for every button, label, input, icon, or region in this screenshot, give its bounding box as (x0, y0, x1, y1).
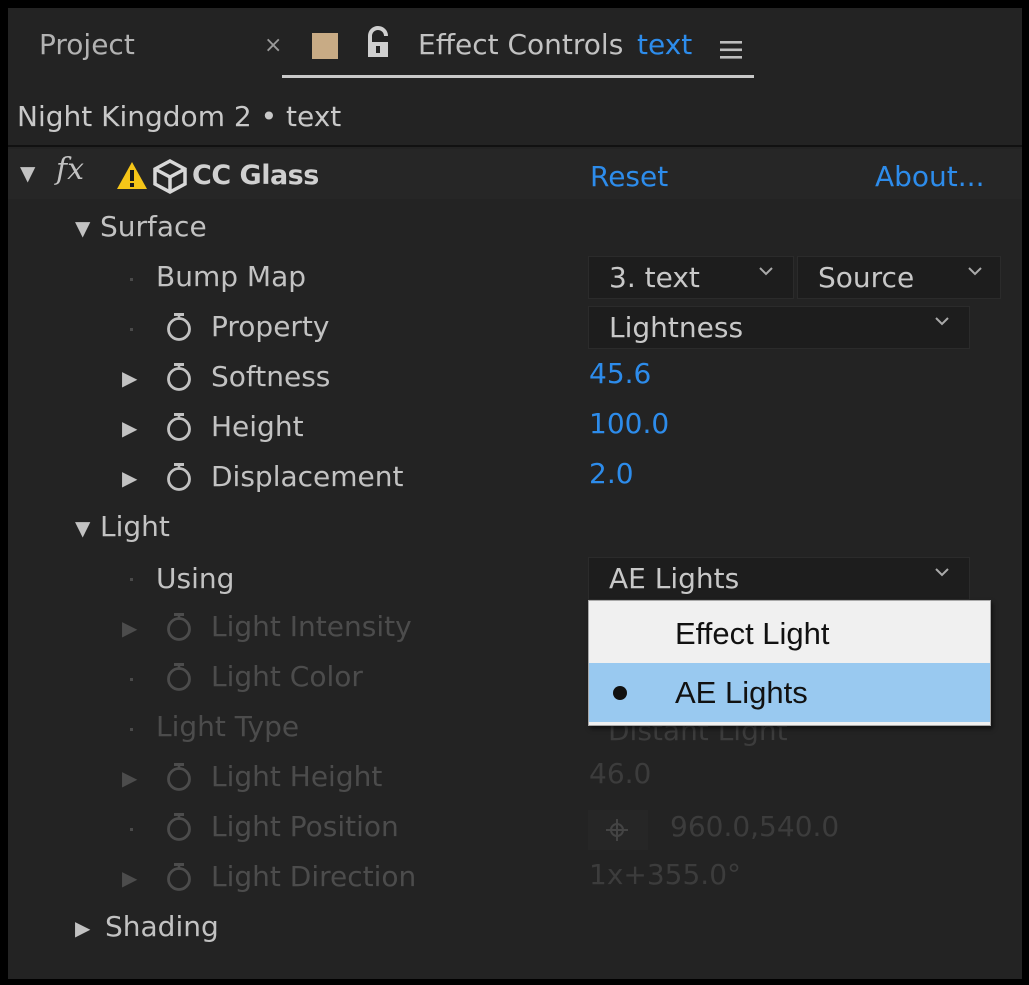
chevron-down-icon (935, 568, 949, 577)
tree-dot (130, 578, 133, 581)
light-position-label: Light Position (211, 810, 399, 843)
light-position-value: 960.0,540.0 (670, 810, 840, 843)
height-value[interactable]: 100.0 (589, 407, 669, 440)
active-tab-underline (282, 75, 754, 78)
chevron-down-icon (968, 267, 982, 276)
softness-value[interactable]: 45.6 (589, 357, 651, 390)
selected-bullet-icon (613, 686, 627, 700)
bump-map-layer-value: 3. text (609, 261, 700, 294)
bump-map-layer-dropdown[interactable]: 3. text (588, 256, 794, 299)
height-expand-triangle[interactable]: ▶ (122, 416, 137, 440)
stopwatch-icon[interactable] (166, 412, 192, 442)
light-group-label: Light (100, 510, 170, 543)
panel-menu-icon[interactable] (720, 40, 742, 60)
light-direction-label: Light Direction (211, 860, 417, 893)
effect-collapse-triangle[interactable]: ▼ (20, 161, 35, 185)
light-color-label: Light Color (211, 660, 363, 693)
property-dropdown[interactable]: Lightness (588, 306, 970, 349)
tree-dot (130, 328, 133, 331)
surface-collapse-triangle[interactable]: ▼ (75, 216, 90, 240)
using-dropdown[interactable]: AE Lights (588, 557, 970, 600)
shading-group-label: Shading (105, 910, 219, 943)
light-height-value: 46.0 (589, 757, 652, 790)
softness-expand-triangle[interactable]: ▶ (122, 366, 137, 390)
stopwatch-icon (167, 863, 191, 891)
crosshair-icon (606, 819, 628, 841)
stopwatch-icon[interactable] (166, 462, 192, 492)
light-intensity-expand-triangle[interactable]: ▶ (122, 616, 137, 640)
property-value: Lightness (609, 311, 744, 344)
softness-label: Softness (211, 360, 331, 393)
using-dropdown-menu: Effect Light AE Lights (588, 600, 991, 726)
layer-color-swatch (312, 33, 338, 59)
surface-group-label: Surface (100, 210, 207, 243)
light-collapse-triangle[interactable]: ▼ (75, 516, 90, 540)
stopwatch-icon (167, 763, 191, 791)
height-label: Height (211, 410, 304, 443)
stopwatch-icon[interactable] (166, 362, 192, 392)
shading-expand-triangle[interactable]: ▶ (75, 916, 90, 940)
displacement-label: Displacement (211, 460, 404, 493)
fx-toggle-icon[interactable]: fx (56, 152, 84, 187)
bump-map-label: Bump Map (156, 260, 306, 293)
chevron-down-icon (935, 317, 949, 326)
effect-controls-panel: Project × Effect Controls text Night Kin… (0, 0, 1029, 985)
about-button[interactable]: About... (875, 160, 984, 193)
bump-map-source-value: Source (818, 261, 915, 294)
menu-item-label: AE Lights (675, 675, 808, 710)
stopwatch-icon (167, 613, 191, 641)
tree-dot (130, 828, 133, 831)
warning-icon (116, 161, 148, 190)
lock-icon[interactable] (364, 26, 392, 62)
stopwatch-icon (167, 663, 191, 691)
light-direction-value: 1x+355.0° (589, 858, 742, 891)
menu-item-effect-light[interactable]: Effect Light (589, 604, 990, 663)
light-intensity-label: Light Intensity (211, 610, 412, 643)
tree-dot (130, 678, 133, 681)
effect-name: CC Glass (192, 160, 319, 191)
bump-map-source-dropdown[interactable]: Source (797, 256, 1001, 299)
reset-button[interactable]: Reset (590, 160, 668, 193)
menu-item-label: Effect Light (675, 616, 830, 651)
3d-cube-icon (151, 158, 189, 194)
light-height-expand-triangle[interactable]: ▶ (122, 766, 137, 790)
close-icon[interactable]: × (264, 33, 282, 58)
tree-dot (130, 728, 133, 731)
tab-project[interactable]: Project (39, 28, 135, 61)
stopwatch-icon (167, 813, 191, 841)
composition-path: Night Kingdom 2 • text (17, 100, 342, 133)
displacement-expand-triangle[interactable]: ▶ (122, 466, 137, 490)
displacement-value[interactable]: 2.0 (589, 457, 634, 490)
light-type-label: Light Type (156, 710, 300, 743)
light-height-label: Light Height (211, 760, 383, 793)
menu-item-ae-lights[interactable]: AE Lights (589, 663, 990, 722)
property-label: Property (211, 310, 330, 343)
tab-layer-name[interactable]: text (637, 28, 692, 61)
tab-effect-controls[interactable]: Effect Controls (418, 28, 623, 61)
chevron-down-icon (759, 267, 773, 276)
stopwatch-icon[interactable] (166, 312, 192, 342)
tree-dot (130, 278, 133, 281)
using-value: AE Lights (609, 562, 740, 595)
light-direction-expand-triangle[interactable]: ▶ (122, 866, 137, 890)
position-crosshair-button (588, 810, 648, 850)
using-label: Using (156, 562, 235, 595)
